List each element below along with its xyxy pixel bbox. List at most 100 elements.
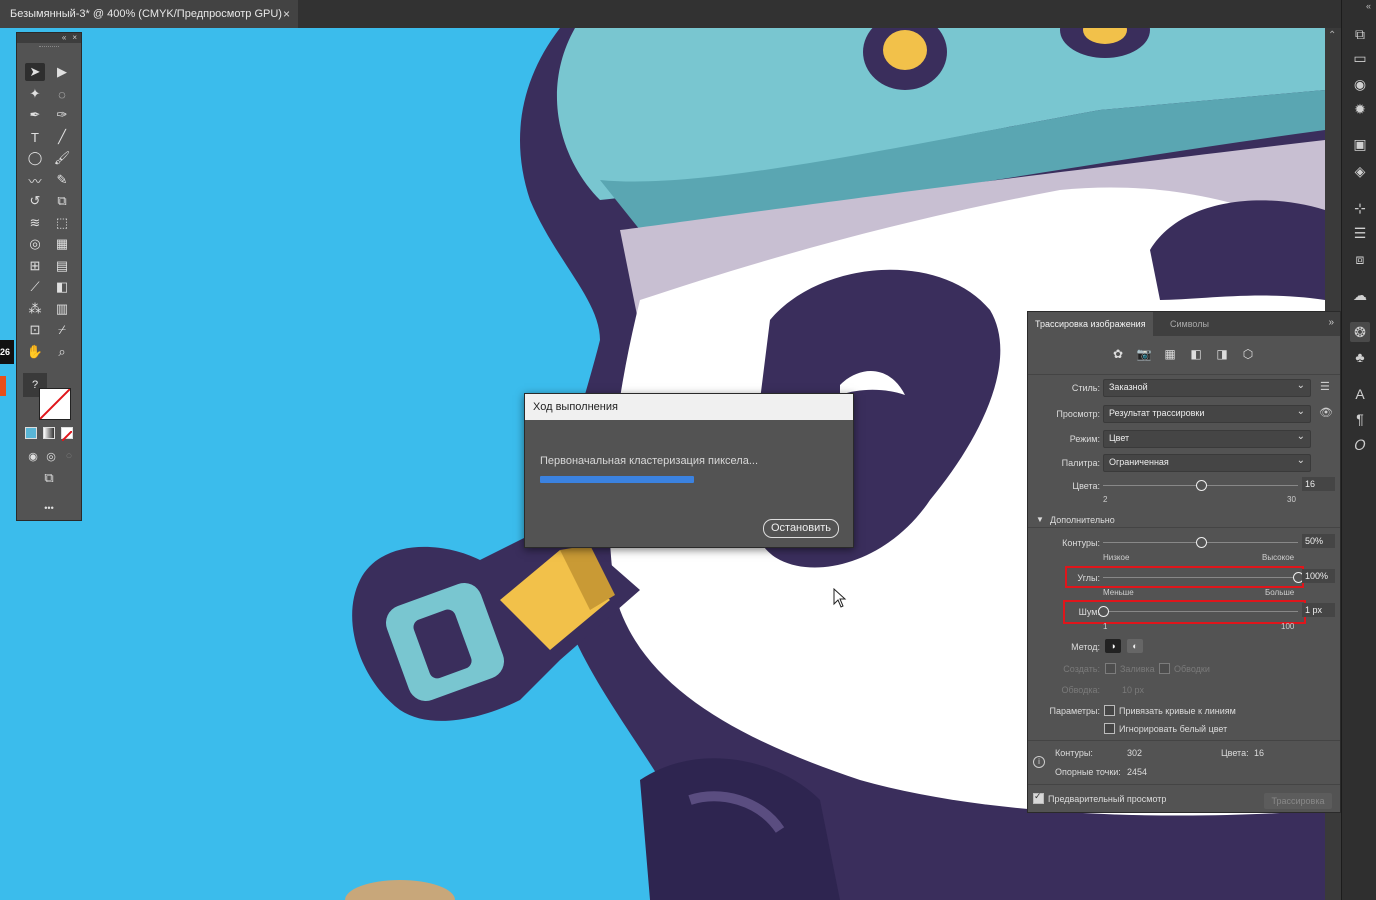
chevron-down-icon: ⌄ bbox=[1296, 431, 1305, 442]
tab-image-trace[interactable]: Трассировка изображения bbox=[1028, 312, 1153, 336]
swatches-icon[interactable]: ☁ bbox=[1350, 285, 1370, 305]
transform-icon[interactable]: ⊹ bbox=[1350, 198, 1370, 218]
gradient-mode-icon[interactable] bbox=[43, 427, 55, 439]
trace-button[interactable]: Трассировка bbox=[1264, 793, 1332, 809]
panel-grip[interactable] bbox=[17, 43, 81, 51]
paragraph-icon[interactable]: ¶ bbox=[1350, 409, 1370, 429]
shape-builder-tool-icon[interactable]: ◎ bbox=[25, 235, 45, 253]
snap-curves-checkbox[interactable] bbox=[1104, 705, 1115, 716]
character-icon[interactable]: A bbox=[1350, 384, 1370, 404]
noise-value[interactable]: 1 px bbox=[1302, 603, 1335, 617]
warp-tool-icon[interactable]: ≋ bbox=[25, 214, 45, 232]
stroke-label: Обводка: bbox=[1061, 685, 1100, 695]
direct-selection-tool-icon[interactable]: ▶ bbox=[52, 63, 72, 81]
slice-tool-icon[interactable]: ⌿ bbox=[52, 321, 72, 339]
colors-value[interactable]: 16 bbox=[1302, 477, 1335, 491]
expand-panels-icon[interactable]: « bbox=[1366, 1, 1371, 11]
auto-color-icon[interactable]: ✿ bbox=[1110, 346, 1126, 362]
close-tab-icon[interactable]: × bbox=[283, 7, 290, 21]
curvature-tool-icon[interactable]: ✑ bbox=[52, 106, 72, 124]
appearance-icon[interactable]: ◉ bbox=[1350, 74, 1370, 94]
disclosure-triangle-icon[interactable]: ▼ bbox=[1036, 515, 1044, 524]
high-color-icon[interactable]: 📷 bbox=[1136, 346, 1152, 362]
style-select[interactable]: Заказной ⌄ bbox=[1103, 379, 1311, 397]
collapse-icon[interactable]: « bbox=[62, 33, 66, 43]
overlapping-method-icon[interactable]: ◐ bbox=[1127, 639, 1143, 653]
eyedropper-tool-icon[interactable]: ⟋ bbox=[25, 278, 45, 296]
gradient-tool-icon[interactable]: ▤ bbox=[52, 257, 72, 275]
view-select[interactable]: Результат трассировки ⌄ bbox=[1103, 405, 1311, 423]
zoom-tool-icon[interactable]: ⌕ bbox=[52, 343, 72, 361]
preset-list-icon[interactable]: ☰ bbox=[1320, 380, 1330, 393]
noise-slider-knob[interactable] bbox=[1098, 606, 1109, 617]
document-tab[interactable]: Безымянный-3* @ 400% (CMYK/Предпросмотр … bbox=[0, 0, 298, 28]
ellipse-tool-icon[interactable]: ◯ bbox=[25, 149, 45, 167]
paths-slider[interactable] bbox=[1103, 537, 1298, 548]
hand-tool-icon[interactable]: ✋ bbox=[25, 343, 45, 361]
mode-select[interactable]: Цвет ⌄ bbox=[1103, 430, 1311, 448]
none-mode-icon[interactable] bbox=[61, 427, 73, 442]
corners-value[interactable]: 100% bbox=[1302, 569, 1335, 583]
artboards-icon[interactable]: ⧉ bbox=[1350, 24, 1370, 44]
shaper-tool-icon[interactable]: 〰 bbox=[25, 171, 45, 189]
colors-slider-knob[interactable] bbox=[1195, 480, 1207, 491]
advanced-label[interactable]: Дополнительно bbox=[1050, 515, 1115, 525]
fill-stroke-swatch[interactable] bbox=[39, 388, 71, 420]
corners-slider[interactable] bbox=[1103, 572, 1304, 583]
grayscale-icon[interactable]: ◧ bbox=[1188, 346, 1204, 362]
column-graph-tool-icon[interactable]: ▥ bbox=[52, 300, 72, 318]
blend-tool-icon[interactable]: ◧ bbox=[52, 278, 72, 296]
colors-slider[interactable] bbox=[1103, 480, 1298, 491]
symbols-icon[interactable]: ♣ bbox=[1350, 347, 1370, 367]
tab-symbols[interactable]: Символы bbox=[1163, 312, 1216, 336]
artboard-tool-icon[interactable]: ⊡ bbox=[25, 321, 45, 339]
paths-slider-knob[interactable] bbox=[1195, 537, 1207, 548]
paintbrush-tool-icon[interactable]: 🖌 bbox=[52, 149, 72, 167]
black-white-icon[interactable]: ◨ bbox=[1214, 346, 1230, 362]
scale-tool-icon[interactable]: ⧉ bbox=[52, 192, 72, 210]
abutting-method-icon[interactable]: ◑ bbox=[1105, 639, 1121, 653]
preview-checkbox[interactable] bbox=[1033, 791, 1044, 804]
lasso-tool-icon[interactable]: ◌ bbox=[52, 85, 72, 103]
color-mode-icon[interactable] bbox=[25, 427, 37, 439]
selection-tool-icon[interactable]: ➤ bbox=[25, 63, 45, 81]
align-icon[interactable]: ☰ bbox=[1350, 223, 1370, 243]
image-trace-icon[interactable]: ❂ bbox=[1350, 322, 1370, 342]
panel-menu-icon[interactable]: » bbox=[1328, 317, 1334, 328]
opentype-icon[interactable]: 𝑂 bbox=[1350, 435, 1370, 455]
pathfinder-icon[interactable]: ⧈ bbox=[1350, 249, 1370, 269]
scroll-up-icon[interactable]: ⌃ bbox=[1328, 30, 1336, 41]
layers-icon[interactable]: ◈ bbox=[1350, 161, 1370, 181]
strokes-label: Обводки bbox=[1174, 664, 1210, 674]
mesh-tool-icon[interactable]: ⊞ bbox=[25, 257, 45, 275]
stop-button[interactable]: Остановить bbox=[763, 519, 839, 538]
paths-value[interactable]: 50% bbox=[1302, 534, 1335, 548]
draw-behind-icon[interactable]: ◎ bbox=[41, 447, 61, 465]
more-tools-icon[interactable]: ••• bbox=[39, 499, 59, 517]
type-tool-icon[interactable]: T bbox=[25, 128, 45, 146]
line-tool-icon[interactable]: ╱ bbox=[52, 128, 72, 146]
close-panel-icon[interactable]: × bbox=[72, 33, 77, 43]
gradient-icon[interactable]: ▭ bbox=[1350, 48, 1370, 68]
perspective-grid-tool-icon[interactable]: ▦ bbox=[52, 235, 72, 253]
draw-inside-icon[interactable]: ○ bbox=[59, 447, 79, 465]
symbol-sprayer-tool-icon[interactable]: ⁂ bbox=[25, 300, 45, 318]
mode-value: Цвет bbox=[1109, 433, 1130, 443]
pen-tool-icon[interactable]: ✒ bbox=[25, 106, 45, 124]
pencil-tool-icon[interactable]: ✎ bbox=[52, 171, 72, 189]
palette-select[interactable]: Ограниченная ⌄ bbox=[1103, 454, 1311, 472]
low-color-icon[interactable]: ▦ bbox=[1162, 346, 1178, 362]
ignore-white-checkbox[interactable] bbox=[1104, 723, 1115, 734]
free-transform-tool-icon[interactable]: ⬚ bbox=[52, 214, 72, 232]
draw-normal-icon[interactable]: ◉ bbox=[23, 447, 43, 465]
noise-slider[interactable] bbox=[1098, 606, 1298, 617]
color-icon[interactable]: ✹ bbox=[1350, 99, 1370, 119]
colors-min: 2 bbox=[1103, 495, 1108, 504]
paths-max-label: Высокое bbox=[1262, 553, 1295, 562]
screen-mode-icon[interactable]: ⧉ bbox=[39, 469, 59, 487]
rotate-tool-icon[interactable]: ↺ bbox=[25, 192, 45, 210]
eye-icon[interactable]: 👁 bbox=[1319, 406, 1333, 419]
magic-wand-tool-icon[interactable]: ✦ bbox=[25, 85, 45, 103]
libraries-icon[interactable]: ▣ bbox=[1350, 134, 1370, 154]
outline-icon[interactable]: ⬡ bbox=[1240, 346, 1256, 362]
